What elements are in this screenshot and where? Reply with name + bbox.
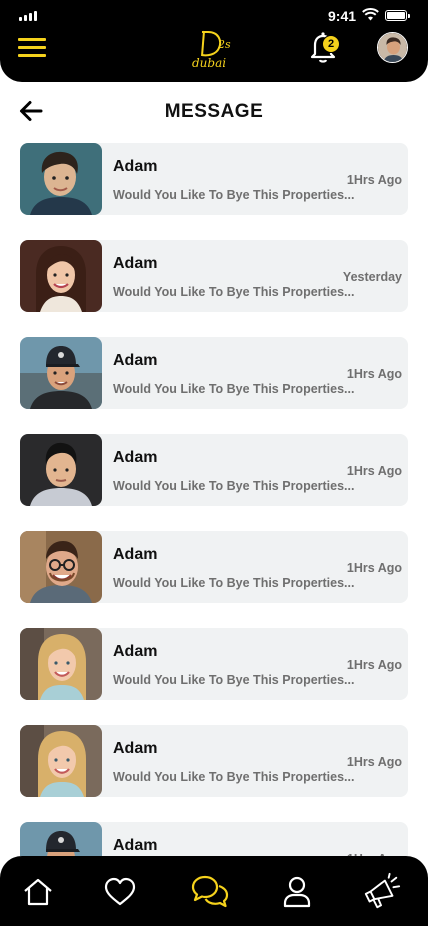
message-time: 1Hrs Ago	[346, 755, 402, 769]
person-cap-icon	[20, 337, 102, 409]
user-icon	[283, 876, 311, 908]
menu-button[interactable]	[18, 38, 46, 58]
person-blonde-icon	[20, 628, 102, 700]
message-time: 1Hrs Ago	[346, 561, 402, 575]
message-item[interactable]: Adam Would You Like To Bye This Propertie…	[20, 628, 408, 700]
message-item[interactable]: Adam Would You Like To Bye This Propertie…	[20, 240, 408, 312]
sender-name: Adam	[113, 449, 158, 466]
message-preview: Would You Like To Bye This Properties...	[113, 770, 355, 784]
nav-favorites[interactable]	[100, 872, 140, 912]
avatar	[20, 531, 102, 603]
message-preview: Would You Like To Bye This Properties...	[113, 382, 355, 396]
message-time: 1Hrs Ago	[346, 367, 402, 381]
message-preview: Would You Like To Bye This Properties...	[113, 576, 355, 590]
message-preview: Would You Like To Bye This Properties...	[113, 285, 355, 299]
message-list[interactable]: Adam Would You Like To Bye This Propertie…	[0, 143, 428, 856]
bottom-navigation	[0, 856, 428, 926]
sender-name: Adam	[113, 158, 158, 175]
sender-name: Adam	[113, 255, 158, 272]
sender-name: Adam	[113, 643, 158, 660]
app-header: 9:41 2s dubai 2	[0, 0, 428, 82]
person-blonde-icon	[20, 725, 102, 797]
message-item[interactable]: Adam Would You Like To Bye This Propertie…	[20, 337, 408, 409]
megaphone-icon	[364, 872, 401, 909]
page-title: MESSAGE	[164, 101, 264, 122]
avatar	[20, 240, 102, 312]
notification-badge: 2	[322, 35, 340, 53]
avatar	[20, 143, 102, 215]
message-time: 1Hrs Ago	[346, 173, 402, 187]
person-woman-icon	[20, 240, 102, 312]
message-time: 1Hrs Ago	[346, 658, 402, 672]
logo-wordmark: dubai	[192, 56, 226, 70]
message-item[interactable]: Adam Would You Like To Bye This Propertie…	[20, 434, 408, 506]
message-item[interactable]: Adam Would You Like To Bye This Propertie…	[20, 531, 408, 603]
nav-home[interactable]	[18, 872, 58, 912]
person-man-icon	[20, 434, 102, 506]
home-icon	[24, 878, 52, 906]
message-item[interactable]: Adam Would You Like To Bye This Propertie…	[20, 143, 408, 215]
message-preview: Would You Like To Bye This Properties...	[113, 479, 355, 493]
profile-avatar[interactable]	[377, 32, 408, 63]
sender-name: Adam	[113, 352, 158, 369]
logo-mark: 2s	[217, 38, 231, 51]
wifi-icon	[362, 8, 379, 21]
message-time: Yesterday	[342, 270, 402, 284]
avatar	[20, 337, 102, 409]
message-item[interactable]: Adam Would You Like To Bye This Propertie…	[20, 725, 408, 797]
sender-name: Adam	[113, 837, 158, 854]
chat-icon	[191, 875, 229, 908]
sender-name: Adam	[113, 740, 158, 757]
avatar	[20, 434, 102, 506]
avatar	[20, 628, 102, 700]
signal-icon	[19, 11, 37, 21]
message-preview: Would You Like To Bye This Properties...	[113, 188, 355, 202]
person-glasses-icon	[20, 531, 102, 603]
message-item[interactable]: AdamWould You Like To Bye This Propertie…	[20, 822, 408, 856]
message-preview: Would You Like To Bye This Properties...	[113, 673, 355, 687]
sender-name: Adam	[113, 546, 158, 563]
battery-icon	[385, 10, 410, 21]
logo: 2s dubai	[192, 30, 231, 70]
message-time: 1Hrs Ago	[346, 464, 402, 478]
heart-icon	[104, 877, 136, 906]
person-boy-icon	[20, 143, 102, 215]
nav-messages[interactable]	[190, 872, 230, 912]
person-cap-icon	[20, 822, 102, 856]
nav-profile[interactable]	[277, 872, 317, 912]
status-time: 9:41	[328, 8, 357, 24]
nav-announcements[interactable]	[362, 872, 402, 912]
avatar	[20, 725, 102, 797]
avatar	[20, 822, 102, 856]
